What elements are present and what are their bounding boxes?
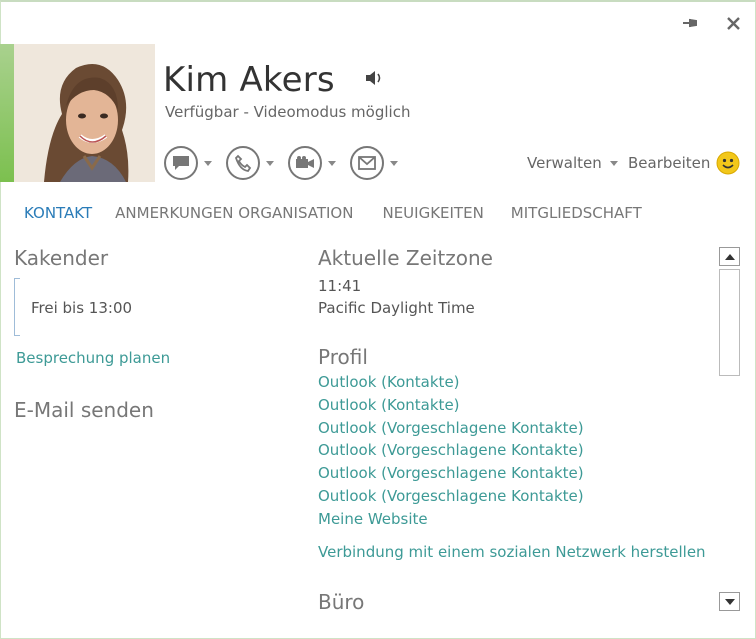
tab-news[interactable]: NEUIGKEITEN (382, 204, 483, 222)
profile-link[interactable]: Outlook (Vorgeschlagene Kontakte) (318, 464, 584, 487)
manage-menu[interactable]: Verwalten (527, 154, 618, 172)
chevron-down-icon[interactable] (390, 160, 398, 166)
window-controls (680, 12, 744, 34)
arrow-up-icon (724, 253, 735, 260)
presence-status: Verfügbar - Videomodus möglich (165, 103, 411, 121)
tab-membership[interactable]: MITGLIEDSCHAFT (511, 204, 642, 222)
video-button[interactable] (288, 146, 336, 180)
profile-heading: Profil (318, 345, 368, 369)
communication-actions (164, 146, 398, 180)
contact-name: Kim Akers (163, 60, 335, 100)
email-button[interactable] (350, 146, 398, 180)
timezone-heading: Aktuelle Zeitzone (318, 246, 493, 270)
close-icon[interactable] (722, 12, 744, 34)
schedule-meeting-link[interactable]: Besprechung planen (16, 349, 170, 367)
website-link[interactable]: Meine Website (318, 510, 584, 533)
chevron-down-icon (609, 160, 618, 166)
arrow-down-icon (724, 598, 735, 605)
left-column: Kakender Frei bis 13:00 Besprechung plan… (14, 246, 294, 422)
chevron-down-icon[interactable] (266, 160, 274, 166)
chevron-down-icon[interactable] (204, 160, 212, 166)
connect-social-network-link[interactable]: Verbindung mit einem sozialen Netzwerk h… (318, 543, 706, 561)
chat-icon (164, 146, 198, 180)
scrollbar-thumb[interactable] (719, 269, 740, 376)
send-email-link[interactable]: E-Mail senden (14, 398, 154, 422)
profile-link[interactable]: Outlook (Kontakte) (318, 396, 584, 419)
office-heading: Büro (318, 590, 365, 614)
im-button[interactable] (164, 146, 212, 180)
timezone-name: Pacific Daylight Time (318, 299, 475, 317)
presence-bar (0, 44, 14, 182)
tab-notes-organization[interactable]: ANMERKUNGEN ORGANISATION (115, 204, 353, 222)
scroll-up-button[interactable] (719, 247, 740, 266)
profile-link[interactable]: Outlook (Vorgeschlagene Kontakte) (318, 419, 584, 442)
pin-icon[interactable] (680, 12, 702, 34)
video-camera-icon (288, 146, 322, 180)
profile-links: Outlook (Kontakte) Outlook (Kontakte) Ou… (318, 373, 584, 533)
calendar-free-text: Frei bis 13:00 (31, 299, 133, 317)
mail-icon (350, 146, 384, 180)
call-button[interactable] (226, 146, 274, 180)
profile-link[interactable]: Outlook (Kontakte) (318, 373, 584, 396)
timezone-time: 11:41 (318, 277, 362, 295)
scroll-down-button[interactable] (719, 592, 740, 611)
avatar (14, 44, 155, 182)
right-column: Aktuelle Zeitzone 11:41 Pacific Daylight… (318, 246, 718, 614)
calendar-heading: Kakender (14, 246, 109, 270)
tab-contact[interactable]: KONTAKT (24, 204, 92, 222)
profile-link[interactable]: Outlook (Vorgeschlagene Kontakte) (318, 441, 584, 464)
profile-link[interactable]: Outlook (Vorgeschlagene Kontakte) (318, 487, 584, 510)
manage-label: Verwalten (527, 154, 602, 172)
phone-icon (226, 146, 260, 180)
chevron-down-icon[interactable] (328, 160, 336, 166)
speaker-icon[interactable] (364, 68, 384, 88)
calendar-free-indicator (14, 278, 20, 336)
edit-button[interactable]: Bearbeiten (628, 154, 710, 172)
smiley-icon[interactable] (716, 151, 740, 175)
tab-bar: KONTAKT ANMERKUNGEN ORGANISATION NEUIGKE… (24, 204, 642, 222)
